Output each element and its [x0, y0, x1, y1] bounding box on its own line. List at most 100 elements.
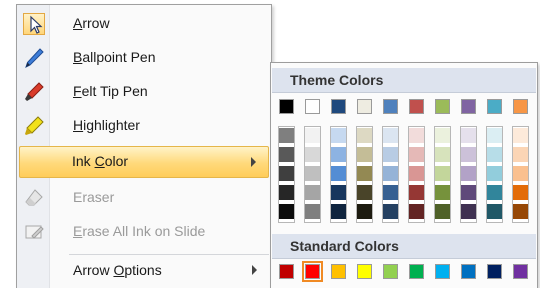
- theme-color-swatch[interactable]: [409, 99, 424, 114]
- theme-shade-swatch[interactable]: [513, 147, 528, 162]
- standard-color-swatch[interactable]: [513, 264, 528, 279]
- theme-shade-swatch[interactable]: [305, 185, 320, 200]
- theme-shade-swatch[interactable]: [487, 185, 502, 200]
- theme-shade-swatch[interactable]: [487, 166, 502, 181]
- theme-shade-swatch[interactable]: [279, 166, 294, 181]
- theme-shade-swatch[interactable]: [383, 166, 398, 181]
- theme-color-swatch[interactable]: [461, 99, 476, 114]
- theme-shade-swatch[interactable]: [461, 147, 476, 162]
- theme-shade-swatch[interactable]: [305, 204, 320, 219]
- menu-item-label: Ink Color: [72, 153, 129, 169]
- theme-shade-swatch[interactable]: [331, 204, 346, 219]
- theme-shade-swatch[interactable]: [279, 204, 294, 219]
- theme-shade-swatch[interactable]: [487, 147, 502, 162]
- standard-colors-title: Standard Colors: [290, 238, 399, 254]
- theme-color-swatch[interactable]: [487, 99, 502, 114]
- theme-shade-swatch[interactable]: [513, 204, 528, 219]
- theme-color-swatch[interactable]: [305, 99, 320, 114]
- menu-item-label: Felt Tip Pen: [73, 83, 148, 99]
- theme-shade-swatch[interactable]: [279, 147, 294, 162]
- theme-shade-swatch[interactable]: [383, 185, 398, 200]
- theme-shade-swatch[interactable]: [435, 185, 450, 200]
- menu-item-ink-color[interactable]: Ink Color: [19, 146, 269, 178]
- theme-shade-swatch[interactable]: [461, 128, 476, 143]
- theme-shade-column: [486, 126, 503, 223]
- theme-shade-swatch[interactable]: [331, 147, 346, 162]
- theme-shade-swatch[interactable]: [357, 185, 372, 200]
- theme-shade-swatch[interactable]: [435, 166, 450, 181]
- standard-color-swatch[interactable]: [461, 264, 476, 279]
- theme-shade-swatch[interactable]: [487, 128, 502, 143]
- theme-shade-swatch[interactable]: [409, 128, 424, 143]
- theme-shade-swatch[interactable]: [357, 204, 372, 219]
- menu-item-arrow-options[interactable]: Arrow Options: [19, 255, 269, 287]
- menu-item-erase-all-ink[interactable]: Erase All Ink on Slide: [19, 216, 269, 248]
- arrow-pointer-icon: [23, 13, 45, 35]
- theme-shade-swatch[interactable]: [461, 204, 476, 219]
- menu-item-label: Highlighter: [73, 117, 140, 133]
- theme-shade-swatch[interactable]: [305, 166, 320, 181]
- theme-shade-swatch[interactable]: [513, 166, 528, 181]
- menu-item-label: Eraser: [73, 189, 115, 205]
- standard-color-swatch[interactable]: [409, 264, 424, 279]
- theme-shade-swatch[interactable]: [435, 128, 450, 143]
- theme-shade-column: [304, 126, 321, 223]
- theme-shade-swatch[interactable]: [331, 166, 346, 181]
- theme-shade-swatch[interactable]: [357, 147, 372, 162]
- theme-shade-swatch[interactable]: [383, 147, 398, 162]
- theme-shade-column: [356, 126, 373, 223]
- theme-shade-swatch[interactable]: [279, 185, 294, 200]
- theme-shade-swatch[interactable]: [383, 128, 398, 143]
- theme-shade-swatch[interactable]: [383, 204, 398, 219]
- theme-colors-header: Theme Colors: [272, 68, 536, 93]
- theme-color-swatch[interactable]: [435, 99, 450, 114]
- theme-shade-column: [512, 126, 529, 223]
- theme-shade-column: [408, 126, 425, 223]
- menu-item-arrow[interactable]: Arrow: [19, 8, 269, 40]
- theme-color-swatch[interactable]: [279, 99, 294, 114]
- theme-shade-swatch[interactable]: [357, 166, 372, 181]
- theme-shade-swatch[interactable]: [357, 128, 372, 143]
- standard-color-swatch[interactable]: [435, 264, 450, 279]
- theme-color-swatch[interactable]: [383, 99, 398, 114]
- theme-shade-swatch[interactable]: [461, 185, 476, 200]
- menu-item-label: Erase All Ink on Slide: [73, 223, 206, 239]
- standard-color-swatch[interactable]: [487, 264, 502, 279]
- theme-shade-column: [330, 126, 347, 223]
- theme-shade-swatch[interactable]: [435, 147, 450, 162]
- theme-colors-title: Theme Colors: [290, 72, 384, 88]
- theme-shade-swatch[interactable]: [331, 128, 346, 143]
- theme-color-swatch[interactable]: [331, 99, 346, 114]
- highlighter-icon: [23, 115, 45, 137]
- standard-color-swatch[interactable]: [279, 264, 294, 279]
- standard-color-swatch[interactable]: [331, 264, 346, 279]
- theme-shade-swatch[interactable]: [461, 166, 476, 181]
- theme-shade-swatch[interactable]: [305, 128, 320, 143]
- felt-tip-pen-icon: [23, 81, 45, 103]
- standard-color-swatch[interactable]: [302, 261, 323, 282]
- theme-shade-swatch[interactable]: [279, 128, 294, 143]
- standard-color-swatch[interactable]: [383, 264, 398, 279]
- theme-shade-column: [278, 126, 295, 223]
- theme-shade-swatch[interactable]: [409, 185, 424, 200]
- menu-item-highlighter[interactable]: Highlighter: [19, 110, 269, 142]
- menu-item-felt-tip-pen[interactable]: Felt Tip Pen: [19, 76, 269, 108]
- theme-shade-swatch[interactable]: [409, 204, 424, 219]
- menu-item-ballpoint-pen[interactable]: Ballpoint Pen: [19, 42, 269, 74]
- ink-color-palette: Theme Colors Standard Colors: [270, 62, 538, 288]
- theme-shade-swatch[interactable]: [487, 204, 502, 219]
- theme-color-swatch[interactable]: [357, 99, 372, 114]
- standard-color-swatch[interactable]: [357, 264, 372, 279]
- theme-shade-swatch[interactable]: [513, 128, 528, 143]
- theme-shade-swatch[interactable]: [513, 185, 528, 200]
- theme-shade-swatch[interactable]: [331, 185, 346, 200]
- ink-context-menu: Arrow Ballpoint Pen Felt Tip Pen Highlig…: [16, 4, 272, 288]
- theme-shade-swatch[interactable]: [409, 147, 424, 162]
- theme-color-swatch[interactable]: [513, 99, 528, 114]
- theme-shade-swatch[interactable]: [305, 147, 320, 162]
- theme-shade-swatch[interactable]: [409, 166, 424, 181]
- theme-shade-swatch[interactable]: [435, 204, 450, 219]
- menu-item-label: Ballpoint Pen: [73, 49, 156, 65]
- theme-shade-column: [382, 126, 399, 223]
- menu-item-eraser[interactable]: Eraser: [19, 182, 269, 214]
